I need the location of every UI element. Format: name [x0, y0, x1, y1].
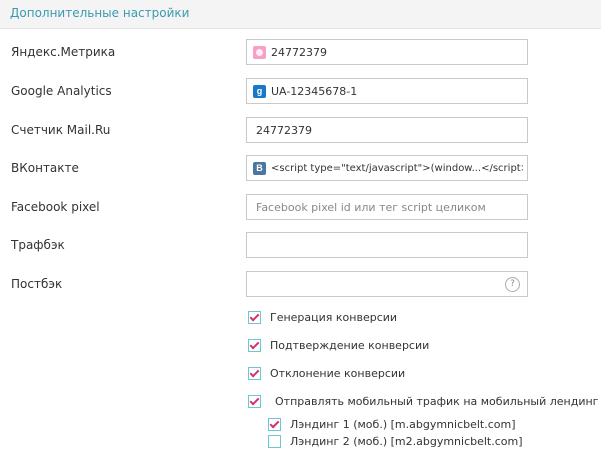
option-label: Подтверждение конверсии: [270, 339, 430, 352]
checkbox-landing-1[interactable]: [268, 418, 281, 431]
postback-input[interactable]: ?: [246, 271, 528, 297]
checkbox-landing-2[interactable]: [268, 435, 281, 448]
google-analytics-value: UA-12345678-1: [271, 85, 358, 98]
help-icon[interactable]: ?: [505, 277, 520, 292]
vk-value: <script type="text/javascript">(window..…: [271, 163, 523, 174]
landing-label: Лэндинг 1 (моб.) [m.abgymnicbelt.com]: [290, 418, 516, 431]
mailru-label: Счетчик Mail.Ru: [11, 123, 111, 137]
option-label: Генерация конверсии: [270, 311, 398, 324]
checkbox-confirm-conversion[interactable]: [248, 339, 261, 352]
landing-label: Лэндинг 2 (моб.) [m2.abgymnicbelt.com]: [290, 435, 523, 448]
mailru-input[interactable]: 24772379: [246, 117, 528, 143]
trafback-input[interactable]: [246, 232, 528, 258]
facebook-pixel-input[interactable]: Facebook pixel id или тег script целиком: [246, 194, 528, 220]
yandex-metrika-input[interactable]: 24772379: [246, 39, 528, 65]
google-analytics-label: Google Analytics: [11, 84, 112, 98]
section-title: Дополнительные настройки: [10, 6, 190, 20]
google-analytics-input[interactable]: g UA-12345678-1: [246, 78, 528, 104]
section-header: Дополнительные настройки: [0, 0, 601, 29]
vk-label: ВКонтакте: [11, 161, 79, 175]
vk-icon: B: [253, 162, 266, 175]
option-label: Отклонение конверсии: [270, 367, 406, 380]
yandex-metrika-icon: [253, 46, 266, 59]
checkbox-generate-conversion[interactable]: [248, 311, 261, 324]
yandex-metrika-label: Яндекс.Метрика: [11, 45, 116, 59]
mailru-value: 24772379: [256, 124, 312, 137]
checkbox-mobile-traffic[interactable]: [248, 395, 261, 408]
trafback-label: Трафбэк: [11, 238, 65, 252]
postback-label: Постбэк: [11, 277, 63, 291]
checkbox-reject-conversion[interactable]: [248, 367, 261, 380]
yandex-metrika-value: 24772379: [271, 46, 327, 59]
facebook-pixel-label: Facebook pixel: [11, 200, 100, 214]
option-label: Отправлять мобильный трафик на мобильный…: [275, 395, 599, 408]
vk-input[interactable]: B <script type="text/javascript">(window…: [246, 155, 528, 181]
facebook-pixel-placeholder: Facebook pixel id или тег script целиком: [256, 201, 486, 214]
google-icon: g: [253, 85, 266, 98]
